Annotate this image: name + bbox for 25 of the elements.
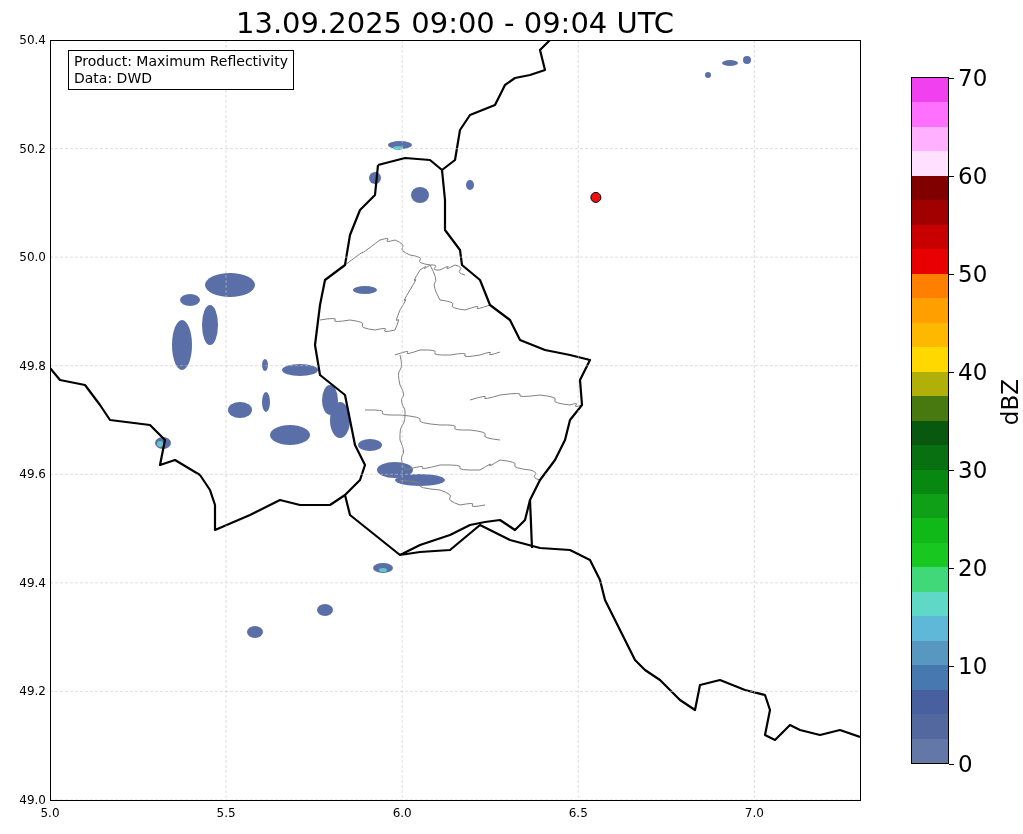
y-tick-label: 49.2 <box>19 684 46 699</box>
x-tick-label: 6.5 <box>568 806 588 820</box>
y-tick-label: 50.0 <box>19 250 46 265</box>
x-tick-label: 6.0 <box>392 806 412 820</box>
scale-tick-label: 50 <box>958 261 988 287</box>
info-text: Product: Maximum Reflectivity <box>74 53 288 70</box>
y-tick-label: 50.2 <box>19 141 46 156</box>
y-tick-label: 49.0 <box>19 793 46 807</box>
chart-title: 13.09.2025 09:00 - 09:04 UTC <box>236 6 674 40</box>
x-tick-label: 5.0 <box>40 806 60 820</box>
y-tick-label: 50.4 <box>19 33 46 47</box>
y-tick-label: 49.4 <box>19 575 46 590</box>
scale-tick-label: 70 <box>958 65 988 91</box>
x-tick-label: 5.5 <box>216 806 236 820</box>
y-tick-label: 49.8 <box>19 358 46 373</box>
info-text: Data: DWD <box>74 70 153 87</box>
scale-tick-label: 30 <box>958 457 988 483</box>
x-tick-label: 7.0 <box>744 806 764 820</box>
scale-tick-label: 0 <box>958 751 973 777</box>
scale-tick-label: 10 <box>958 653 988 679</box>
scale-label: dBZ <box>997 378 1023 426</box>
scale-tick-label: 40 <box>958 359 988 385</box>
scale-tick-label: 60 <box>958 163 988 189</box>
y-tick-label: 49.6 <box>19 467 46 482</box>
scale-tick-label: 20 <box>958 555 988 581</box>
